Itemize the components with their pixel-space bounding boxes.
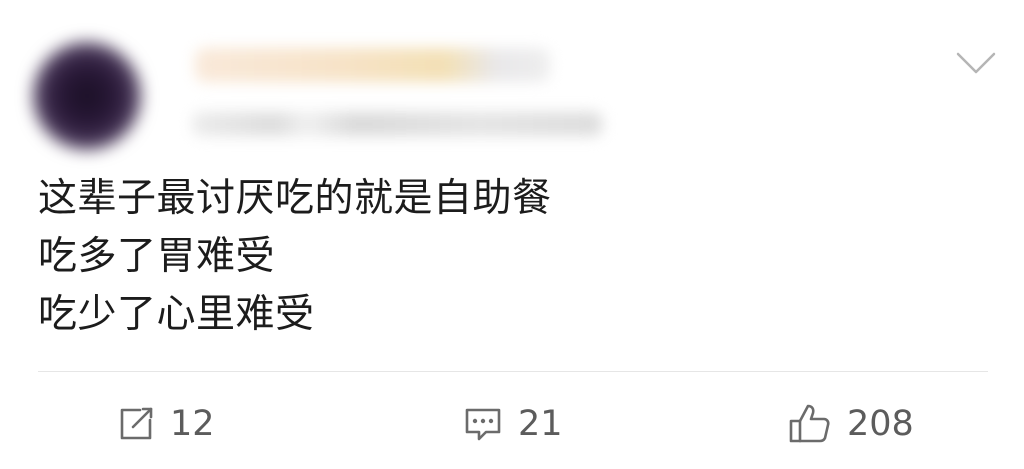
chevron-down-icon[interactable]: [955, 50, 997, 76]
post-content-line: 这辈子最讨厌吃的就是自助餐: [38, 176, 552, 221]
username-redacted[interactable]: [195, 48, 550, 82]
weibo-post-card: 这辈子最讨厌吃的就是自助餐 吃多了胃难受 吃少了心里难受 12 21 208: [0, 0, 1024, 469]
post-content-line: 吃多了胃难受: [38, 234, 276, 279]
post-content-line: 吃少了心里难受: [38, 292, 315, 337]
repost-button[interactable]: 12: [116, 400, 215, 448]
comment-button[interactable]: 21: [462, 400, 563, 448]
comment-icon: [465, 408, 501, 441]
post-meta-redacted: [192, 112, 602, 136]
like-count: 208: [847, 404, 914, 444]
comment-count: 21: [518, 404, 563, 444]
like-button[interactable]: 208: [787, 400, 914, 448]
post-content: 这辈子最讨厌吃的就是自助餐 吃多了胃难受 吃少了心里难受: [38, 170, 938, 344]
divider: [38, 371, 988, 372]
avatar[interactable]: [33, 42, 141, 150]
thumbs-up-icon: [789, 404, 830, 443]
repost-icon: [120, 407, 153, 440]
repost-count: 12: [170, 404, 215, 444]
